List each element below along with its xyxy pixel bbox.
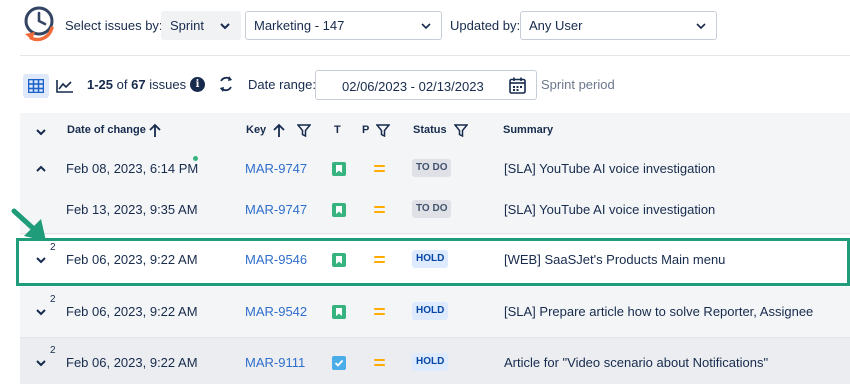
collapse-all-chevron-icon[interactable] [35, 126, 47, 138]
count-range: 1-25 [87, 77, 114, 92]
priority-medium-icon [374, 164, 385, 173]
issue-count: 1-25 of 67 issues [87, 77, 186, 92]
updated-by-label: Updated by: [450, 18, 521, 33]
story-icon [332, 162, 346, 176]
row-date: Feb 06, 2023, 9:22 AM [66, 304, 198, 319]
count-total: 67 [131, 77, 146, 92]
select-by-label: Select issues by: [65, 18, 163, 33]
count-of: of [116, 77, 128, 92]
date-range-value: 02/06/2023 - 02/13/2023 [342, 79, 484, 94]
history-clock-icon [24, 6, 54, 42]
header-summary[interactable]: Summary [503, 124, 553, 136]
checkmark-icon [334, 359, 344, 367]
row-date: Feb 08, 2023, 6:14 PM [66, 161, 199, 176]
row-key-link[interactable]: MAR-9542 [245, 304, 307, 319]
row-summary: [SLA] Prepare article how to solve Repor… [504, 304, 814, 319]
row-date: Feb 06, 2023, 9:22 AM [66, 355, 198, 370]
table-row[interactable]: Feb 13, 2023, 9:35 AM MAR-9747 TO DO [SL… [20, 185, 850, 235]
sort-up-arrow-icon[interactable] [272, 123, 286, 138]
select-by-dropdown[interactable]: Sprint [161, 11, 241, 40]
filter-bar: Select issues by: Sprint Marketing - 147… [0, 0, 850, 55]
header-key[interactable]: Key [246, 124, 266, 136]
header-priority[interactable]: P [362, 124, 369, 136]
results-toolbar: 1-25 of 67 issues i Date range: 02/06/20… [0, 66, 850, 102]
table-row[interactable]: 2 Feb 06, 2023, 9:22 AM MAR-9111 HOLD Ar… [20, 338, 850, 384]
divider [20, 55, 850, 56]
calendar-icon[interactable] [509, 77, 526, 94]
table-grid-icon [28, 79, 44, 93]
info-icon[interactable]: i [190, 77, 205, 92]
date-range-input[interactable]: 02/06/2023 - 02/13/2023 [315, 70, 537, 100]
refresh-icon[interactable] [217, 75, 235, 93]
line-chart-icon [56, 80, 73, 93]
status-badge: TO DO [412, 200, 452, 218]
chevron-down-icon [421, 23, 431, 30]
change-count: 2 [50, 345, 56, 356]
filter-funnel-icon[interactable] [376, 124, 390, 137]
row-highlight-frame [16, 238, 850, 286]
status-badge: HOLD [412, 302, 449, 320]
status-badge: HOLD [412, 353, 449, 371]
filter-funnel-icon[interactable] [297, 124, 311, 137]
priority-medium-icon [374, 358, 385, 367]
sprint-period-link[interactable]: Sprint period [541, 77, 615, 92]
filter-funnel-icon[interactable] [454, 124, 468, 137]
updated-by-dropdown[interactable]: Any User [520, 11, 717, 40]
priority-medium-icon [374, 205, 385, 214]
updated-by-value: Any User [529, 18, 583, 33]
chevron-down-icon [220, 23, 230, 30]
row-summary: Article for "Video scenario about Notifi… [504, 355, 769, 370]
chevron-up-icon[interactable] [35, 163, 47, 175]
chevron-down-icon[interactable] [35, 357, 47, 369]
task-checkbox-icon [332, 356, 346, 370]
chevron-down-icon [696, 23, 706, 30]
row-key-link[interactable]: MAR-9747 [245, 161, 307, 176]
row-key-link[interactable]: MAR-9747 [245, 202, 307, 217]
header-type[interactable]: T [334, 124, 341, 136]
count-suffix: issues [149, 77, 187, 92]
sort-up-arrow-icon[interactable] [148, 123, 162, 138]
table-row[interactable]: 2 Feb 06, 2023, 9:22 AM MAR-9542 HOLD [S… [20, 287, 850, 337]
chart-view-button[interactable] [52, 74, 78, 98]
row-summary: [SLA] YouTube AI voice investigation [504, 161, 716, 176]
row-date: Feb 13, 2023, 9:35 AM [66, 202, 198, 217]
table-view-button[interactable] [23, 74, 49, 98]
change-count: 2 [50, 294, 56, 305]
header-status[interactable]: Status [413, 124, 447, 136]
chevron-down-icon[interactable] [35, 306, 47, 318]
row-summary: [SLA] YouTube AI voice investigation [504, 202, 716, 217]
date-range-label: Date range: [248, 77, 316, 92]
priority-medium-icon [374, 307, 385, 316]
sprint-dropdown[interactable]: Marketing - 147 [245, 11, 442, 40]
header-date[interactable]: Date of change [67, 124, 146, 136]
pointer-arrow-icon [11, 208, 46, 241]
row-key-link[interactable]: MAR-9111 [245, 355, 305, 370]
new-change-dot [193, 156, 198, 161]
story-icon [332, 305, 346, 319]
story-icon [332, 203, 346, 217]
status-badge: TO DO [412, 159, 452, 177]
sprint-value: Marketing - 147 [254, 18, 345, 33]
row-divider [20, 233, 850, 234]
select-by-value: Sprint [170, 18, 204, 33]
